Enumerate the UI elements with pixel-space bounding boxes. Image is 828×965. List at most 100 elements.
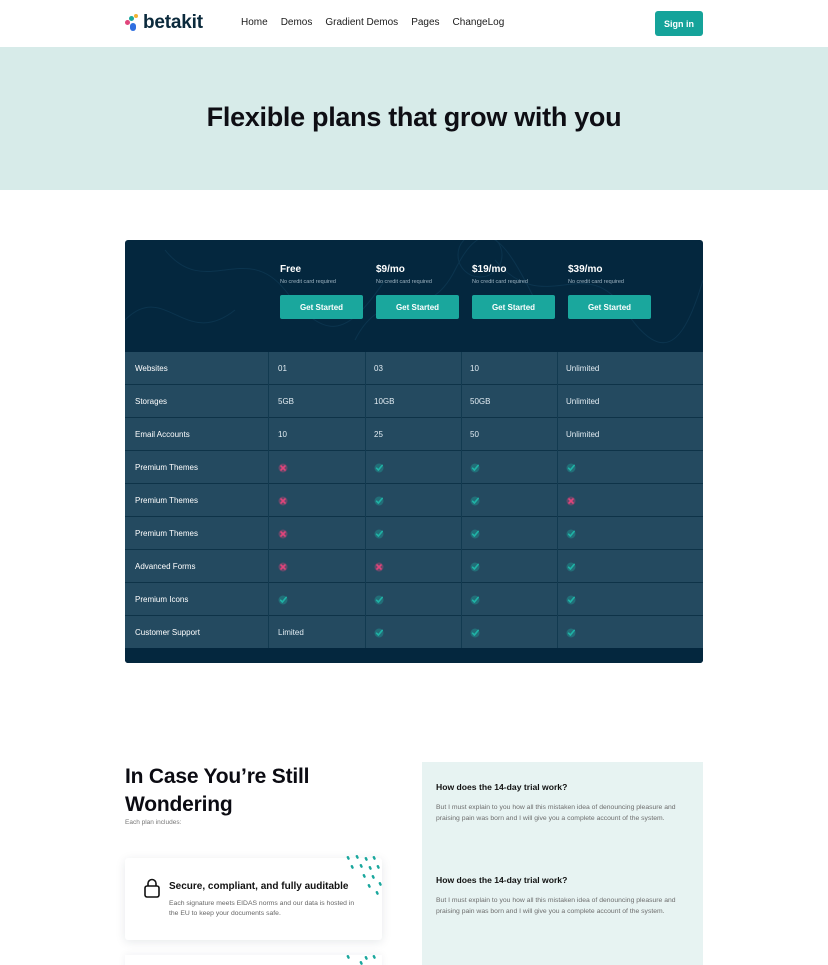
faq-question[interactable]: How does the 14-day trial work? xyxy=(436,875,567,885)
nav-link-demos[interactable]: Demos xyxy=(281,17,313,28)
section-title: In Case You’re Still Wondering xyxy=(125,765,310,816)
cell-value: 5GB xyxy=(278,397,295,406)
check-icon xyxy=(566,616,576,649)
check-icon xyxy=(566,451,576,484)
cross-icon xyxy=(566,484,576,517)
column-divider xyxy=(268,550,269,583)
cross-icon xyxy=(278,517,288,550)
column-divider xyxy=(461,352,462,385)
column-divider xyxy=(461,385,462,418)
faq-panel: How does the 14-day trial work? But I mu… xyxy=(422,762,703,965)
column-divider xyxy=(268,484,269,517)
column-divider xyxy=(365,418,366,451)
cell-value: 01 xyxy=(278,364,287,373)
column-divider xyxy=(365,484,366,517)
table-row: Customer Support Limited xyxy=(125,616,703,649)
cell-value: 03 xyxy=(374,364,383,373)
column-divider xyxy=(365,550,366,583)
faq-answer: But I must explain to you how all this m… xyxy=(436,897,676,915)
cross-icon xyxy=(374,550,384,583)
cell-value: Unlimited xyxy=(566,430,600,439)
cell-value: 50 xyxy=(470,430,479,439)
column-divider xyxy=(557,451,558,484)
faq-answer: But I must explain to you how all this m… xyxy=(436,804,676,822)
top-navbar: betakit Home Demos Gradient Demos Pages … xyxy=(0,0,828,47)
column-divider xyxy=(268,352,269,385)
get-started-button[interactable]: Get Started xyxy=(472,295,555,319)
column-divider xyxy=(461,616,462,649)
get-started-button[interactable]: Get Started xyxy=(568,295,651,319)
check-icon xyxy=(374,451,384,484)
column-divider xyxy=(557,418,558,451)
check-icon xyxy=(278,583,288,616)
check-icon xyxy=(470,583,480,616)
row-label: Premium Themes xyxy=(135,496,198,505)
plan-note: No credit card required xyxy=(472,279,528,285)
plan-note: No credit card required xyxy=(568,279,624,285)
rain-dots-decoration xyxy=(346,954,376,965)
column-divider xyxy=(461,517,462,550)
check-icon xyxy=(374,484,384,517)
column-divider xyxy=(557,583,558,616)
cell-value: Unlimited xyxy=(566,397,600,406)
row-label: Websites xyxy=(135,364,168,373)
column-divider xyxy=(461,550,462,583)
check-icon xyxy=(470,451,480,484)
column-divider xyxy=(268,616,269,649)
column-divider xyxy=(365,385,366,418)
table-row: Websites 01 03 10 Unlimited xyxy=(125,352,703,385)
table-row: Premium Themes xyxy=(125,517,703,550)
column-divider xyxy=(268,583,269,616)
plan-price: $39/mo xyxy=(568,264,603,275)
table-footer xyxy=(125,648,703,663)
plan-9: $9/mo No credit card required Get Starte… xyxy=(376,264,459,319)
row-label: Premium Themes xyxy=(135,529,198,538)
plan-price: $19/mo xyxy=(472,264,507,275)
plan-note: No credit card required xyxy=(280,279,336,285)
feature-rows: Websites 01 03 10 Unlimited Storages 5GB 10GB 50… xyxy=(125,352,703,649)
feature-title: Secure, compliant, and fully auditable xyxy=(169,881,349,892)
plan-19: $19/mo No credit card required Get Start… xyxy=(472,264,555,319)
column-divider xyxy=(365,352,366,385)
cell-value: 10 xyxy=(278,430,287,439)
logo-mark-icon xyxy=(125,14,141,32)
check-icon xyxy=(470,517,480,550)
column-divider xyxy=(365,583,366,616)
cell-value: Unlimited xyxy=(566,364,600,373)
cell-value: 10GB xyxy=(374,397,395,406)
cell-value: 10 xyxy=(470,364,479,373)
column-divider xyxy=(557,517,558,550)
brand-logo[interactable]: betakit xyxy=(125,12,203,34)
cell-value: 25 xyxy=(374,430,383,439)
sign-in-button[interactable]: Sign in xyxy=(655,11,703,36)
nav-links: Home Demos Gradient Demos Pages ChangeLo… xyxy=(241,17,504,28)
nav-link-home[interactable]: Home xyxy=(241,17,268,28)
column-divider xyxy=(557,616,558,649)
hero-banner: Flexible plans that grow with you xyxy=(0,47,828,190)
row-label: Storages xyxy=(135,397,168,406)
get-started-button[interactable]: Get Started xyxy=(280,295,363,319)
column-divider xyxy=(557,550,558,583)
lock-icon xyxy=(144,878,160,898)
nav-link-pages[interactable]: Pages xyxy=(411,17,439,28)
check-icon xyxy=(470,484,480,517)
column-divider xyxy=(557,385,558,418)
section-subtitle: Each plan includes: xyxy=(125,819,182,826)
get-started-button[interactable]: Get Started xyxy=(376,295,459,319)
check-icon xyxy=(470,550,480,583)
check-icon xyxy=(374,583,384,616)
faq-question[interactable]: How does the 14-day trial work? xyxy=(436,782,567,792)
cell-value: Limited xyxy=(278,628,304,637)
check-icon xyxy=(374,517,384,550)
column-divider xyxy=(461,418,462,451)
column-divider xyxy=(268,418,269,451)
nav-link-gradient-demos[interactable]: Gradient Demos xyxy=(325,17,398,28)
row-label: Premium Themes xyxy=(135,463,198,472)
row-label: Premium Icons xyxy=(135,595,189,604)
table-row: Storages 5GB 10GB 50GB Unlimited xyxy=(125,385,703,418)
cross-icon xyxy=(278,451,288,484)
cross-icon xyxy=(278,550,288,583)
nav-link-changelog[interactable]: ChangeLog xyxy=(453,17,505,28)
column-divider xyxy=(557,484,558,517)
rain-dots-decoration xyxy=(346,854,382,895)
